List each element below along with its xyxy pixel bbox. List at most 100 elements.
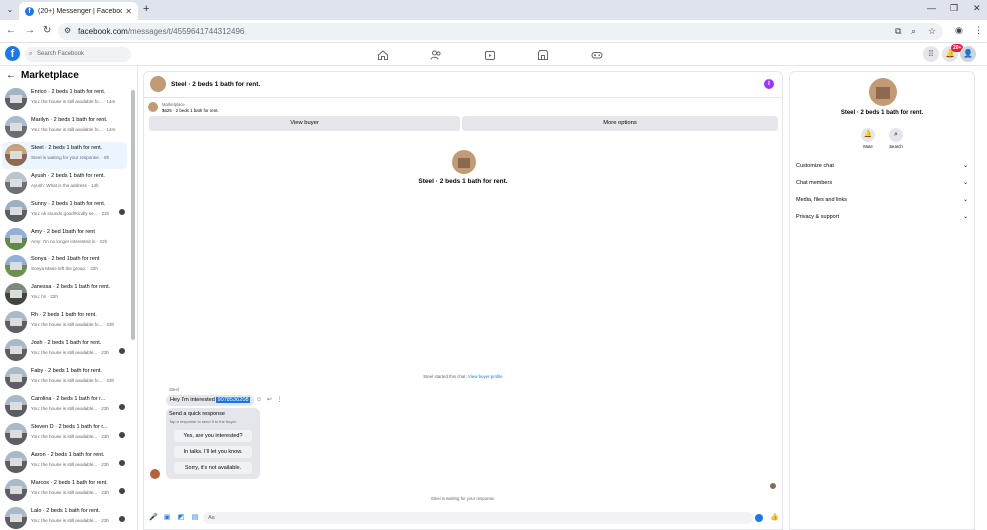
quick-response-title: Send a quick response [169, 411, 225, 417]
conversation-name: Aaron · 2 beds 1 bath for rent. [31, 451, 105, 458]
conversation-item[interactable]: Josh · 2 beds 1 bath for rent. You: the h… [2, 337, 127, 364]
gif-icon[interactable]: ▤ [191, 514, 199, 522]
privacy-support-row[interactable]: Privacy & support ⌄ [796, 211, 970, 223]
sticker-icon[interactable]: ◩ [177, 514, 185, 522]
facebook-header: f ⌕ Search Facebook ⁞⁞ 🔔 20+ 👤 [0, 43, 987, 66]
conversation-item[interactable]: Steven D · 2 beds 1 bath for r... You: th… [2, 421, 127, 448]
conversation-preview: You: ok sounds good!Kindly se... · 22h [31, 210, 110, 216]
row-label: Chat members [796, 180, 833, 186]
conversation-name: Josh · 2 beds 1 bath for rent. [31, 340, 102, 347]
minimize-icon[interactable]: — [927, 3, 936, 13]
conversation-preview: You: the house is still available... · 2… [31, 461, 109, 467]
thumbs-up-icon[interactable]: 👍 [770, 514, 779, 522]
close-tab-icon[interactable]: ✕ [125, 7, 132, 16]
site-info-icon[interactable]: ⚙ [64, 26, 71, 35]
tab-search-icon[interactable]: ⌄ [5, 5, 15, 15]
install-app-icon[interactable]: ⧉ [895, 26, 901, 37]
emoji-icon[interactable] [755, 514, 763, 522]
forward-icon[interactable]: → [25, 25, 35, 36]
conversation-item[interactable]: Carolina · 2 beds 1 bath for r... You: th… [2, 393, 127, 420]
conversation-preview: You: the house is still available... · 2… [31, 405, 109, 411]
message-bubble[interactable]: Hey I'm interested 9078536208 [166, 395, 254, 406]
bookmark-star-icon[interactable]: ☆ [928, 26, 936, 37]
conversation-preview: Ayush: What is the address · 14h [31, 182, 99, 188]
search-in-chat-icon[interactable]: ⌕ [889, 128, 903, 142]
marketplace-icon[interactable] [537, 48, 549, 60]
close-window-icon[interactable]: ✕ [973, 3, 981, 14]
quick-reply-button[interactable]: Yes, are you interested? [174, 430, 252, 442]
conversation-item[interactable]: Steel · 2 beds 1 bath for rent. Steel is … [2, 141, 127, 169]
address-bar[interactable]: ⚙ facebook.com/messages/t/45596417443124… [58, 23, 943, 40]
profile-icon[interactable]: ◉ [955, 25, 963, 36]
quick-reply-button[interactable]: Sorry, it's not available. [174, 462, 252, 474]
conversation-item[interactable]: Enrico · 2 beds 1 bath for rent. You: the… [2, 86, 127, 113]
back-icon[interactable]: ← [6, 25, 16, 36]
react-emoji-icon[interactable]: ☺ [256, 397, 262, 403]
conversation-preview: Sonya Marie left the group. · 22h [31, 266, 98, 272]
conversation-item[interactable]: Sonya · 2 bed 1bath for rent Sonya Marie … [2, 253, 127, 280]
tab-title: (20+) Messenger | Facebook [38, 7, 123, 15]
browser-tabstrip: ⌄ f (20+) Messenger | Facebook ✕ + — ❐ ✕ [0, 0, 987, 20]
conversation-item[interactable]: Sunny · 2 beds 1 bath for rent. You: ok s… [2, 198, 127, 225]
microphone-icon[interactable]: 🎤 [149, 514, 158, 522]
conversation-avatar [5, 88, 27, 110]
conversation-item[interactable]: Janessa · 2 beds 1 bath for rent. You: hi… [2, 281, 127, 308]
conversation-name: Steel · 2 beds 1 bath for rent. [31, 144, 103, 151]
conversation-item[interactable]: Faby · 2 beds 1 bath for rent. You: the h… [2, 365, 127, 392]
reload-icon[interactable]: ↻ [43, 25, 51, 36]
chat-avatar[interactable] [150, 76, 166, 92]
chat-members-row[interactable]: Chat members ⌄ [796, 177, 970, 189]
marketplace-label: Marketplace [162, 102, 185, 107]
reply-icon[interactable]: ↩ [267, 397, 272, 403]
message-input[interactable]: Aa [203, 512, 753, 524]
zoom-icon[interactable]: ⌕ [911, 26, 916, 37]
conversation-avatar [5, 115, 27, 138]
conversation-avatar [5, 478, 27, 501]
facebook-logo-icon[interactable]: f [5, 46, 20, 61]
home-icon[interactable] [377, 48, 389, 60]
gaming-icon[interactable] [591, 48, 603, 60]
conversation-info-icon[interactable]: i [764, 79, 774, 89]
read-receipt-avatar [119, 431, 125, 438]
account-avatar[interactable]: 👤 [960, 46, 976, 62]
conversation-name: Marilyn · 2 beds 1 bath for rent. [31, 116, 108, 123]
back-arrow-icon[interactable]: ← [6, 70, 16, 81]
conversation-item[interactable]: Marilyn · 2 beds 1 bath for rent. You: th… [2, 114, 127, 141]
conversation-item[interactable]: Ayush · 2 beds 1 bath for rent. Ayush: Wh… [2, 170, 127, 197]
customize-chat-row[interactable]: Customize chat ⌄ [796, 160, 970, 172]
conversation-name: Faby · 2 beds 1 bath for rent. [31, 368, 102, 374]
conversation-avatar [5, 199, 27, 222]
watch-icon[interactable] [484, 48, 496, 60]
menu-grid-icon[interactable]: ⁞⁞ [923, 46, 939, 62]
more-options-button[interactable]: More options [462, 116, 778, 131]
image-attach-icon[interactable]: ▣ [163, 514, 171, 522]
conversation-name: Enrico · 2 beds 1 bath for rent. [31, 89, 106, 95]
browser-tab[interactable]: f (20+) Messenger | Facebook ✕ [19, 2, 138, 20]
mute-bell-icon[interactable]: 🔔 [861, 128, 875, 142]
friends-icon[interactable] [430, 48, 442, 60]
conversation-name: Carolina · 2 beds 1 bath for r... [31, 395, 106, 402]
conversation-item[interactable]: Amy · 2 bed 1bath for rent Amy: I'm no lo… [2, 226, 127, 253]
conversation-item[interactable]: Rh · 2 beds 1 bath for rent. You: the hou… [2, 309, 127, 336]
conversation-preview: You: the house is still available... · 2… [31, 517, 109, 523]
conversation-name: Sonya · 2 bed 1bath for rent [31, 256, 100, 263]
quick-reply-button[interactable]: In talks. I'll let you know. [174, 446, 252, 458]
media-files-links-row[interactable]: Media, files and links ⌄ [796, 194, 970, 206]
chevron-down-icon: ⌄ [962, 214, 968, 220]
sender-avatar[interactable] [150, 469, 160, 479]
details-avatar[interactable] [869, 78, 897, 106]
browser-menu-icon[interactable]: ⋮ [974, 25, 983, 36]
search-input[interactable]: ⌕ Search Facebook [25, 47, 131, 62]
sidebar-scrollbar[interactable] [131, 90, 135, 340]
conversation-item[interactable]: Marcos · 2 beds 1 bath for rent. You: the… [2, 477, 127, 504]
more-actions-icon[interactable]: ⋮ [277, 397, 283, 403]
conversation-item[interactable]: Aaron · 2 beds 1 bath for rent. You: the … [2, 449, 127, 476]
conversation-avatar [5, 143, 27, 166]
new-tab-icon[interactable]: + [143, 3, 149, 15]
restore-icon[interactable]: ❐ [950, 3, 958, 14]
chat-title[interactable]: Steel · 2 beds 1 bath for rent. [171, 81, 260, 88]
conversation-preview: Amy: I'm no longer interested in · 22h [31, 238, 108, 244]
view-buyer-profile-link[interactable]: View buyer profile [468, 374, 503, 379]
view-buyer-button[interactable]: View buyer [149, 116, 460, 131]
conversation-item[interactable]: Lalo · 2 beds 1 bath for rent. You: the h… [2, 505, 127, 530]
